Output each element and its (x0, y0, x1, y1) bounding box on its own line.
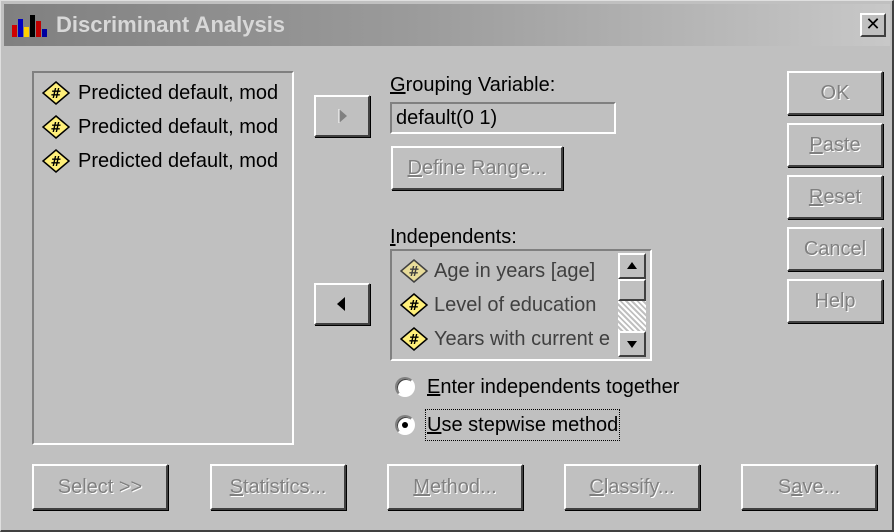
statistics-button[interactable]: Statistics... (210, 464, 346, 510)
list-item[interactable]: # Age in years [age] (398, 255, 612, 287)
help-label: Help (814, 290, 856, 312)
grouping-variable-field[interactable] (390, 102, 616, 134)
svg-text:#: # (409, 299, 420, 314)
spss-app-icon (12, 15, 47, 37)
move-to-grouping-button[interactable] (314, 95, 370, 137)
list-item[interactable]: # Years with current e (398, 323, 612, 355)
list-item-label: Predicted default, mod (78, 150, 279, 172)
ok-button[interactable]: OK (787, 71, 883, 115)
title-bar[interactable]: Discriminant Analysis ✕ (4, 4, 890, 46)
statistics-label: Statistics... (229, 476, 327, 498)
move-to-independents-button[interactable] (314, 283, 370, 325)
independents-list[interactable]: # Age in years [age] # Level of educatio… (390, 249, 652, 361)
svg-text:#: # (51, 87, 62, 102)
selected-dot (402, 422, 408, 428)
define-range-label: Define Range... (407, 157, 547, 179)
classify-label: Classify... (589, 476, 675, 498)
numeric-variable-icon: # (42, 115, 70, 139)
define-range-button[interactable]: Define Range... (391, 146, 563, 190)
grouping-variable-input[interactable] (396, 106, 606, 130)
numeric-variable-icon: # (400, 327, 428, 351)
down-arrow-icon (627, 341, 637, 348)
list-item[interactable]: # Level of education (398, 289, 612, 321)
numeric-variable-icon: # (400, 293, 428, 317)
select-label: Select >> (57, 476, 143, 498)
svg-text:#: # (409, 333, 420, 348)
list-item[interactable]: # Predicted default, mod (40, 145, 290, 177)
discriminant-analysis-dialog: Discriminant Analysis ✕ # Predicted defa… (0, 0, 894, 532)
close-icon: ✕ (865, 14, 881, 34)
select-button[interactable]: Select >> (32, 464, 168, 510)
enter-together-radio[interactable] (395, 377, 415, 397)
close-button[interactable]: ✕ (860, 13, 886, 37)
method-label: Method... (413, 476, 497, 498)
numeric-variable-icon: # (42, 149, 70, 173)
grouping-variable-label: Grouping Variable: (390, 74, 556, 96)
classify-button[interactable]: Classify... (564, 464, 700, 510)
help-button[interactable]: Help (787, 279, 883, 323)
numeric-variable-icon: # (42, 81, 70, 105)
vertical-scrollbar[interactable] (618, 253, 646, 357)
list-item[interactable]: # Predicted default, mod (40, 111, 290, 143)
window-title: Discriminant Analysis (56, 12, 286, 37)
stepwise-label: Use stepwise method (424, 409, 621, 441)
paste-button[interactable]: Paste (787, 123, 883, 167)
cancel-label: Cancel (803, 238, 867, 260)
save-label: Save... (777, 476, 841, 498)
reset-button[interactable]: Reset (787, 175, 883, 219)
svg-text:#: # (51, 155, 62, 170)
enter-together-label: Enter independents together (427, 376, 680, 398)
scroll-thumb[interactable] (618, 279, 646, 301)
svg-text:#: # (409, 265, 420, 280)
reset-label: Reset (808, 186, 862, 208)
svg-text:#: # (51, 121, 62, 136)
scroll-down-button[interactable] (618, 331, 646, 357)
left-arrow-icon (337, 297, 345, 311)
ok-label: OK (820, 82, 850, 104)
list-item-label: Predicted default, mod (78, 82, 279, 104)
numeric-variable-icon: # (400, 259, 428, 283)
cancel-button[interactable]: Cancel (787, 227, 883, 271)
method-button[interactable]: Method... (387, 464, 523, 510)
up-arrow-icon (627, 262, 637, 269)
list-item[interactable]: # Predicted default, mod (40, 77, 290, 109)
stepwise-radio[interactable] (395, 415, 415, 435)
right-arrow-icon (338, 109, 347, 123)
scroll-up-button[interactable] (618, 253, 646, 279)
independents-label: Independents: (390, 226, 517, 248)
list-item-label: Years with current e (434, 328, 611, 350)
list-item-label: Predicted default, mod (78, 116, 279, 138)
save-button[interactable]: Save... (741, 464, 877, 510)
paste-label: Paste (809, 134, 861, 156)
source-variable-list[interactable]: # Predicted default, mod # Predicted def… (32, 71, 294, 445)
list-item-label: Age in years [age] (434, 260, 596, 282)
list-item-label: Level of education (434, 294, 597, 316)
